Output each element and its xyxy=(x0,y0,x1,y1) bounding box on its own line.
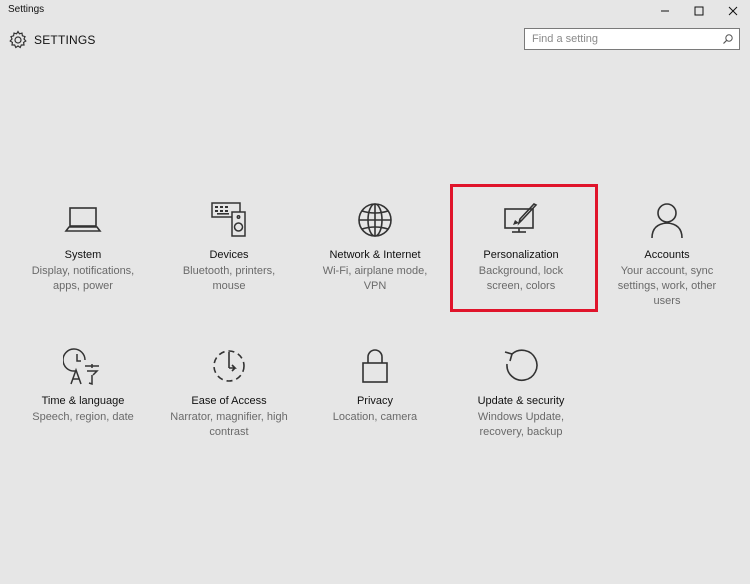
tile-devices[interactable]: Devices Bluetooth, printers, mouse xyxy=(156,200,302,320)
tile-personalization[interactable]: Personalization Background, lock screen,… xyxy=(448,200,594,320)
tile-time-language[interactable]: Time & language Speech, region, date xyxy=(10,346,156,466)
maximize-button[interactable] xyxy=(682,0,716,22)
globe-icon xyxy=(358,203,392,237)
tile-description: Your account, sync settings, work, other… xyxy=(617,265,717,307)
page-title: SETTINGS xyxy=(34,33,96,47)
tile-accounts[interactable]: Accounts Your account, sync settings, wo… xyxy=(594,200,740,320)
maximize-icon xyxy=(694,6,704,16)
tile-title: Personalization xyxy=(483,249,559,261)
laptop-icon xyxy=(64,207,102,232)
tile-description: Wi-Fi, airplane mode, VPN xyxy=(322,265,428,292)
tile-network-internet[interactable]: Network & Internet Wi-Fi, airplane mode,… xyxy=(302,200,448,320)
tile-ease-of-access[interactable]: Ease of Access Narrator, magnifier, high… xyxy=(156,346,302,466)
search-icon[interactable] xyxy=(722,33,734,45)
tile-title: Update & security xyxy=(477,395,565,407)
tile-description: Windows Update, recovery, backup xyxy=(477,411,565,438)
time-language-icon xyxy=(63,348,99,386)
tile-title: Accounts xyxy=(644,249,690,261)
tile-title: Devices xyxy=(209,249,249,261)
tile-description: Speech, region, date xyxy=(32,411,134,423)
tile-system[interactable]: System Display, notifications, apps, pow… xyxy=(10,200,156,320)
page-header: SETTINGS xyxy=(8,30,96,50)
tile-title: System xyxy=(64,249,102,261)
lock-icon xyxy=(362,349,388,383)
search-input[interactable] xyxy=(532,31,712,47)
search-box[interactable] xyxy=(524,28,740,50)
tile-description: Location, camera xyxy=(332,411,418,423)
close-icon xyxy=(728,6,738,16)
close-button[interactable] xyxy=(716,0,750,22)
tile-title: Network & Internet xyxy=(329,249,421,261)
window-title: Settings xyxy=(8,4,45,15)
tile-title: Privacy xyxy=(356,395,394,407)
ease-of-access-icon xyxy=(213,350,245,382)
tile-description: Narrator, magnifier, high contrast xyxy=(170,411,288,438)
tile-privacy[interactable]: Privacy Location, camera xyxy=(302,346,448,466)
minimize-button[interactable] xyxy=(648,0,682,22)
tile-title: Ease of Access xyxy=(191,395,267,407)
personalization-icon xyxy=(504,203,538,233)
devices-icon xyxy=(211,202,246,237)
tile-title: Time & language xyxy=(41,395,125,407)
person-icon xyxy=(651,203,683,239)
gear-icon xyxy=(9,30,27,49)
title-bar: Settings xyxy=(0,0,750,24)
tile-description: Bluetooth, printers, mouse xyxy=(182,265,276,292)
minimize-icon xyxy=(661,10,669,12)
tile-description: Background, lock screen, colors xyxy=(478,265,564,292)
tile-update-security[interactable]: Update & security Windows Update, recove… xyxy=(448,346,594,466)
tile-description: Display, notifications, apps, power xyxy=(31,265,135,292)
settings-window: Settings SETTINGS Find a setting System … xyxy=(0,0,750,584)
update-icon xyxy=(504,349,538,382)
